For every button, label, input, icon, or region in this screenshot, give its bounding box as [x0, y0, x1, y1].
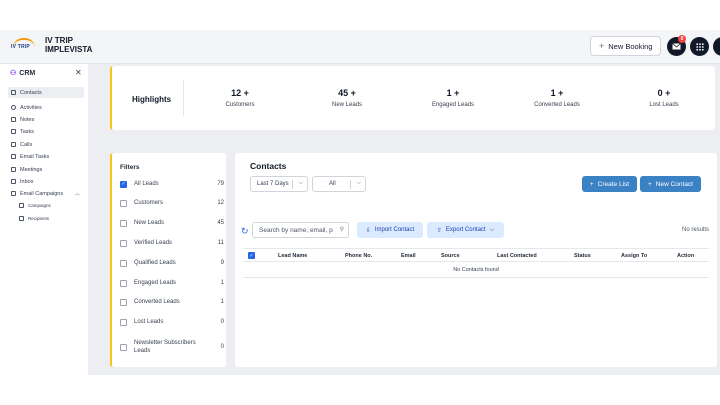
notification-badge: 0	[678, 35, 686, 43]
campaign-icon	[11, 191, 16, 196]
sidebar-item-tasks[interactable]: Tasks	[8, 126, 84, 137]
sidebar-item-activities[interactable]: Activities	[8, 102, 84, 113]
sidebar-item-email-tasks[interactable]: Email Tasks	[8, 151, 84, 162]
divider	[243, 277, 709, 278]
column-source[interactable]: Source	[441, 253, 460, 259]
chevron-down-icon: ⌵	[298, 180, 303, 186]
search-input[interactable]: Search by name, email, p ⚲	[252, 222, 349, 238]
column-status[interactable]: Status	[574, 253, 591, 259]
sidebar-item-campaigns[interactable]: Campaigns	[16, 200, 82, 211]
chevron-down-icon: ⌵	[489, 226, 495, 233]
close-icon[interactable]: ✕	[75, 68, 82, 77]
filter-lost-leads[interactable]: Lost Leads 0	[120, 316, 224, 328]
chevron-up-icon[interactable]: ︿	[75, 190, 80, 197]
export-contact-button[interactable]: ⇧ Export Contact ⌵	[427, 222, 504, 238]
stat-new-leads: 45 + New Leads	[331, 88, 363, 108]
table-header: ✓ Lead Name Phone No. Email Source Last …	[243, 248, 709, 262]
checkbox[interactable]	[120, 298, 127, 306]
column-last-contacted[interactable]: Last Contacted	[497, 253, 537, 259]
checkbox-checked[interactable]: ✓	[120, 180, 127, 188]
date-range-select[interactable]: Last 7 Days ⌵	[250, 176, 308, 192]
notes-icon	[11, 117, 16, 122]
grid-icon	[695, 42, 704, 51]
calendar-icon	[11, 167, 16, 172]
highlights-card: Highlights 12 + Customers 45 + New Leads…	[110, 66, 715, 130]
app-logo[interactable]: IV TRIP	[11, 38, 37, 54]
recipients-icon	[19, 216, 24, 221]
checkbox[interactable]	[120, 279, 127, 287]
brand-line-2: IMPLEVISTA	[45, 45, 93, 54]
highlights-title: Highlights	[132, 95, 172, 104]
top-bar: IV TRIP IV TRIP IMPLEVISTA + New Booking…	[0, 30, 720, 64]
checkbox[interactable]	[120, 259, 127, 267]
sidebar: ⚇ CRM ✕ Contacts Activities Notes Tasks …	[0, 64, 89, 375]
checkbox[interactable]	[120, 343, 127, 351]
import-icon: ⇩	[365, 227, 371, 234]
new-booking-button[interactable]: + New Booking	[590, 36, 662, 56]
stat-customers: 12 + Customers	[225, 88, 255, 108]
filter-engaged-leads[interactable]: Engaged Leads 1	[120, 277, 224, 289]
stat-lost-leads: 0 + Lost Leads	[649, 88, 679, 108]
mail-icon	[672, 43, 681, 50]
plus-icon: +	[589, 180, 594, 188]
sidebar-item-email-campaigns[interactable]: Email Campaigns ︿	[8, 188, 84, 199]
contacts-title: Contacts	[250, 161, 287, 171]
brand-line-1: IV TRIP	[45, 36, 74, 45]
no-results-text: No results	[682, 227, 710, 233]
new-contact-button[interactable]: + New Contact	[640, 176, 701, 192]
apps-grid-button[interactable]	[690, 37, 709, 56]
import-contact-button[interactable]: ⇩ Import Contact	[357, 222, 423, 238]
select-all-checkbox[interactable]: ✓	[248, 252, 255, 259]
user-avatar[interactable]	[713, 37, 720, 56]
sidebar-item-meetings[interactable]: Meetings	[8, 164, 84, 175]
checkbox[interactable]	[120, 318, 127, 326]
column-action[interactable]: Action	[677, 253, 694, 259]
crm-header: ⚇ CRM	[10, 69, 36, 78]
sidebar-item-recipients[interactable]: Recipients	[16, 213, 82, 224]
filter-converted-leads[interactable]: Converted Leads 1	[120, 296, 224, 308]
checkbox[interactable]	[120, 219, 127, 227]
activity-icon	[11, 105, 16, 110]
main-content: Highlights 12 + Customers 45 + New Leads…	[89, 64, 720, 375]
sidebar-item-notes[interactable]: Notes	[8, 114, 84, 125]
filter-all-leads[interactable]: ✓ All Leads 79	[120, 178, 224, 190]
filter-new-leads[interactable]: New Leads 45	[120, 217, 224, 229]
chevron-down-icon: ⌵	[356, 180, 361, 186]
filter-customers[interactable]: Customers 12	[120, 197, 224, 209]
checkbox[interactable]	[120, 199, 127, 207]
refresh-icon[interactable]: ↻	[241, 226, 249, 237]
phone-icon	[11, 142, 16, 147]
inbox-icon	[11, 179, 16, 184]
crm-icon: ⚇	[10, 70, 17, 77]
tasks-icon	[11, 129, 16, 134]
plus-icon: +	[647, 180, 652, 188]
column-email[interactable]: Email	[401, 253, 416, 259]
column-lead-name[interactable]: Lead Name	[278, 253, 307, 259]
filters-panel: Filters ✓ All Leads 79 Customers 12 New …	[110, 153, 226, 367]
search-icon: ⚲	[339, 226, 344, 233]
divider	[183, 80, 184, 116]
type-select[interactable]: All ⌵	[312, 176, 366, 192]
filter-verified-leads[interactable]: Verified Leads 11	[120, 237, 224, 249]
empty-state-message: No Contacts found	[453, 267, 499, 273]
filter-newsletter-subscribers[interactable]: Newsletter Subscribers Leads 0	[120, 337, 224, 357]
column-assign-to[interactable]: Assign To	[621, 253, 647, 259]
column-phone[interactable]: Phone No.	[345, 253, 372, 259]
email-icon	[11, 154, 16, 159]
filters-title: Filters	[120, 164, 140, 171]
stat-engaged-leads: 1 + Engaged Leads	[431, 88, 475, 108]
contacts-panel: Contacts Last 7 Days ⌵ All ⌵ + Create Lis…	[235, 153, 717, 367]
campaign-list-icon	[19, 203, 24, 208]
brand-name: IV TRIP IMPLEVISTA	[45, 36, 92, 54]
checkbox[interactable]	[120, 239, 127, 247]
contacts-icon	[11, 90, 16, 95]
create-list-button[interactable]: + Create List	[582, 176, 637, 192]
sidebar-item-calls[interactable]: Calls	[8, 139, 84, 150]
export-icon: ⇧	[436, 227, 442, 234]
sidebar-item-contacts[interactable]: Contacts	[8, 87, 84, 98]
stat-converted-leads: 1 + Converted Leads	[534, 88, 580, 108]
filter-qualified-leads[interactable]: Qualified Leads 9	[120, 257, 224, 269]
sidebar-item-inbox[interactable]: Inbox	[8, 176, 84, 187]
plus-icon: +	[599, 41, 605, 51]
